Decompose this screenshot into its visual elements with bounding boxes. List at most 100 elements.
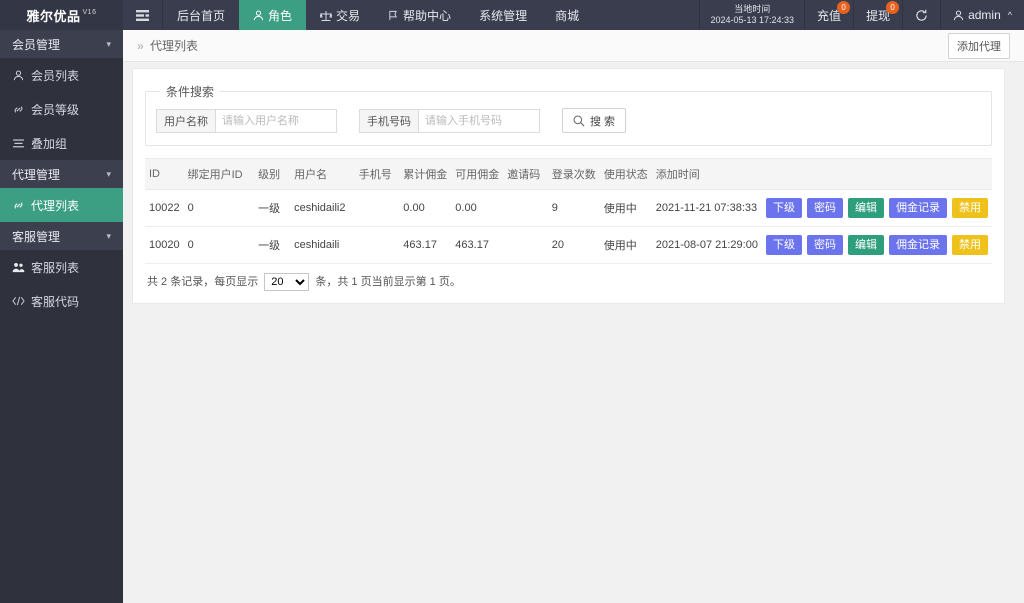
brand-version: V16	[82, 8, 97, 16]
cell-id: 10022	[145, 189, 184, 228]
breadcrumb-bar: » 代理列表 添加代理	[123, 30, 1024, 62]
user-icon	[953, 10, 964, 21]
commission-log-button[interactable]: 佣金记录	[889, 235, 947, 256]
top-header: 雅尔优品 V16 后台首页 角色 交易 帮助中心 系统管理 商城 当地时间 20…	[0, 0, 1024, 30]
sidebar-item-stack-group[interactable]: 叠加组	[0, 126, 123, 160]
nav-item-help[interactable]: 帮助中心	[374, 0, 465, 30]
code-icon	[12, 296, 25, 306]
sub-agent-button[interactable]: 下级	[766, 198, 802, 219]
phone-field-group: 手机号码	[359, 108, 540, 133]
search-button-label: 搜 索	[590, 115, 616, 128]
sidebar-item-support-code[interactable]: 客服代码	[0, 284, 123, 318]
commission-log-button[interactable]: 佣金记录	[889, 198, 947, 219]
cell-available-commission: 0.00	[451, 189, 504, 228]
edit-button[interactable]: 编辑	[848, 198, 884, 219]
cell-phone	[354, 189, 400, 228]
sidebar-item-agent-list[interactable]: 代理列表	[0, 188, 123, 222]
recharge-button[interactable]: 充值 0	[804, 0, 853, 30]
disable-button[interactable]: 禁用	[952, 198, 988, 219]
nav-item-role[interactable]: 角色	[239, 0, 307, 30]
sidebar-item-member-level[interactable]: 会员等级	[0, 92, 123, 126]
cell-id: 10020	[145, 226, 184, 265]
sidebar-item-label: 叠加组	[31, 136, 68, 151]
header-right-group: 当地时间 2024-05-13 17:24:33 充值 0 提现 0 admin…	[699, 0, 1024, 30]
table-header-row: ID 绑定用户ID 级别 用户名 手机号 累计佣金 可用佣金 邀请码 登录次数 …	[145, 158, 992, 190]
sidebar-item-label: 代理列表	[31, 198, 80, 213]
cell-login-count: 9	[547, 189, 600, 228]
search-phone-input[interactable]	[418, 108, 540, 133]
cell-level: 一级	[254, 189, 291, 228]
table-header: ID 绑定用户ID 级别 用户名 手机号 累计佣金 可用佣金 邀请码 登录次数 …	[145, 158, 992, 190]
menu-collapse-icon	[136, 9, 149, 21]
menu-collapse-button[interactable]	[123, 0, 163, 30]
cell-cumulative-commission: 0.00	[399, 189, 452, 228]
column-header-actions	[762, 158, 992, 190]
cell-username: ceshidaili	[290, 226, 355, 265]
refresh-button[interactable]	[902, 0, 940, 30]
nav-item-dashboard[interactable]: 后台首页	[163, 0, 239, 30]
status-badge: 0	[837, 1, 851, 14]
cell-created-at: 2021-11-21 07:38:33	[651, 189, 762, 228]
phone-label: 手机号码	[359, 108, 418, 133]
brand-logo[interactable]: 雅尔优品 V16	[0, 0, 123, 30]
column-header-created-at: 添加时间	[651, 158, 762, 190]
column-header-status: 使用状态	[599, 158, 652, 190]
table-body: 10022 0 一级 ceshidaili2 0.00 0.00 9 使用中 2…	[145, 189, 992, 265]
user-menu[interactable]: admin ^	[940, 0, 1024, 30]
cell-level: 一级	[254, 226, 291, 265]
sidebar-group-label: 代理管理	[12, 167, 61, 182]
local-time-label: 当地时间	[734, 3, 771, 14]
sidebar-item-label: 会员列表	[31, 68, 80, 83]
cell-invite-code	[503, 226, 548, 265]
pagination-suffix: 条，共 1 页当前显示第 1 页。	[315, 276, 461, 289]
brand-name: 雅尔优品	[26, 8, 81, 24]
cell-cumulative-commission: 463.17	[399, 226, 452, 265]
page-size-select[interactable]: 20 50 100	[264, 273, 310, 292]
search-button[interactable]: 搜 索	[562, 108, 627, 133]
column-header-bind-uid: 绑定用户ID	[183, 158, 255, 190]
cell-available-commission: 463.17	[451, 226, 504, 265]
add-agent-button[interactable]: 添加代理	[948, 32, 1010, 59]
column-header-id: ID	[145, 158, 184, 190]
nav-item-label: 角色	[268, 8, 293, 23]
sidebar-group-support[interactable]: 客服管理 ▾	[0, 222, 123, 250]
list-icon	[12, 138, 25, 148]
search-username-input[interactable]	[215, 108, 337, 133]
withdraw-button[interactable]: 提现 0	[853, 0, 902, 30]
sub-agent-button[interactable]: 下级	[766, 235, 802, 256]
nav-item-store[interactable]: 商城	[541, 0, 593, 30]
nav-item-label: 系统管理	[479, 8, 528, 23]
password-button[interactable]: 密码	[807, 235, 843, 256]
username-field-group: 用户名称	[156, 108, 337, 133]
sidebar-group-members[interactable]: 会员管理 ▾	[0, 30, 123, 58]
link-icon	[12, 104, 25, 115]
pagination-info: 共 2 条记录，每页显示 20 50 100 条，共 1 页当前显示第 1 页。	[145, 264, 992, 293]
agent-list-card: 条件搜索 用户名称 手机号码 搜 索	[132, 68, 1005, 305]
local-time-value: 2024-05-13 17:24:33	[710, 15, 795, 25]
chevron-down-icon: ▾	[106, 168, 111, 179]
sidebar-item-member-list[interactable]: 会员列表	[0, 58, 123, 92]
local-time: 当地时间 2024-05-13 17:24:33	[699, 0, 804, 30]
sidebar-group-agents[interactable]: 代理管理 ▾	[0, 160, 123, 188]
username-label: 用户名称	[156, 108, 215, 133]
status-badge: 0	[886, 1, 900, 14]
cell-bind-uid: 0	[183, 189, 255, 228]
edit-button[interactable]: 编辑	[848, 235, 884, 256]
breadcrumb-separator: »	[137, 39, 144, 53]
nav-item-trade[interactable]: 交易	[306, 0, 374, 30]
cell-bind-uid: 0	[183, 226, 255, 265]
scale-icon	[320, 10, 333, 21]
table-row: 10020 0 一级 ceshidaili 463.17 463.17 20 使…	[145, 226, 992, 265]
nav-item-label: 后台首页	[177, 8, 226, 23]
search-icon	[573, 115, 585, 127]
password-button[interactable]: 密码	[807, 198, 843, 219]
chevron-down-icon: ▾	[106, 230, 111, 241]
main-content: 条件搜索 用户名称 手机号码 搜 索	[123, 62, 1024, 603]
link-icon	[12, 200, 25, 211]
disable-button[interactable]: 禁用	[952, 235, 988, 256]
status-badge: 使用中	[599, 226, 652, 265]
sidebar-item-support-list[interactable]: 客服列表	[0, 250, 123, 284]
chevron-down-icon: ▾	[106, 38, 111, 49]
column-header-username: 用户名	[290, 158, 355, 190]
nav-item-system[interactable]: 系统管理	[465, 0, 541, 30]
